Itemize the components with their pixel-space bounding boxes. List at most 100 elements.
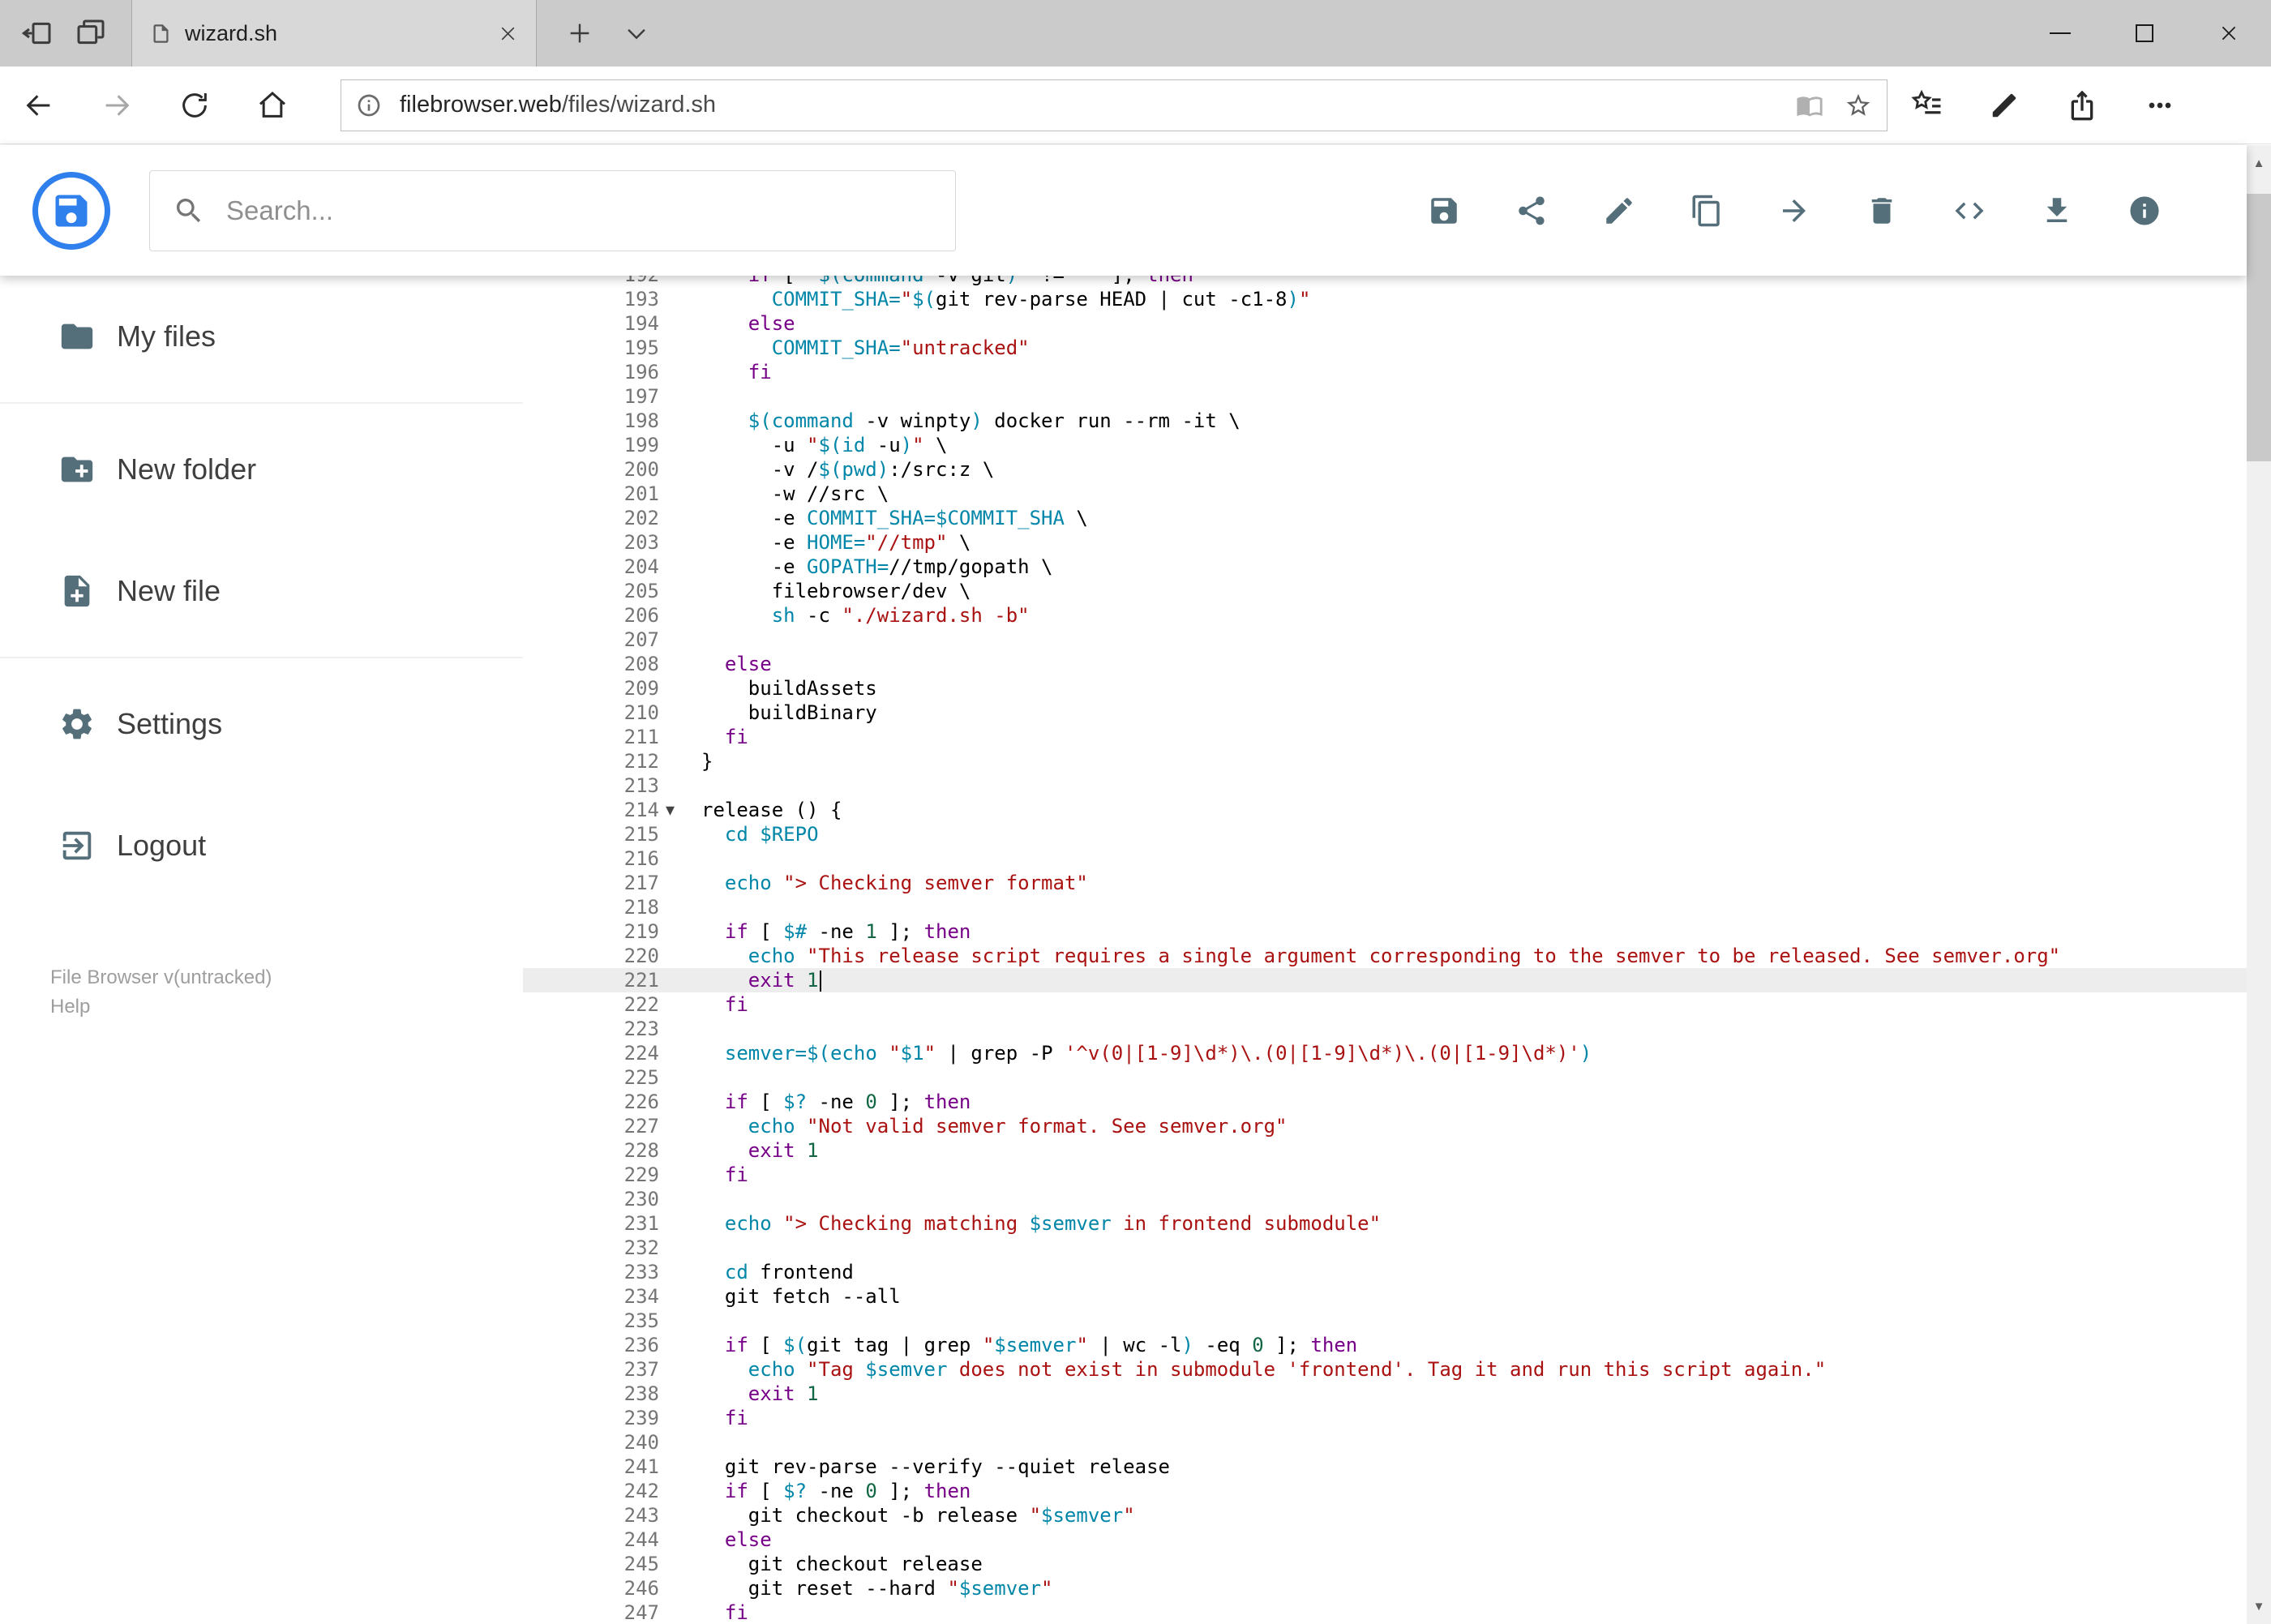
code-line[interactable]: 208 else [523, 652, 2247, 676]
code-line[interactable]: 226 if [ $? -ne 0 ]; then [523, 1090, 2247, 1114]
scrollbar-thumb[interactable] [2247, 194, 2271, 461]
code-line[interactable]: 217 echo "> Checking semver format" [523, 871, 2247, 895]
help-link[interactable]: Help [50, 992, 523, 1022]
code-line[interactable]: 242 if [ $? -ne 0 ]; then [523, 1479, 2247, 1503]
code-button[interactable] [1942, 170, 1997, 251]
code-line[interactable]: 237 echo "Tag $semver does not exist in … [523, 1357, 2247, 1382]
code-line[interactable]: 202 -e COMMIT_SHA=$COMMIT_SHA \ [523, 506, 2247, 530]
sidebar-item-logout[interactable]: Logout [0, 785, 523, 906]
tab-preview-chevron-icon[interactable] [623, 19, 650, 47]
rename-button[interactable] [1592, 170, 1647, 251]
code-line[interactable]: 211 fi [523, 725, 2247, 749]
code-line[interactable]: 210 buildBinary [523, 701, 2247, 725]
code-line[interactable]: 216 [523, 846, 2247, 871]
code-line[interactable]: 230 [523, 1187, 2247, 1211]
code-line[interactable]: 218 [523, 895, 2247, 919]
code-line[interactable]: 192 if [ "$(command -v git)" != "" ]; th… [523, 276, 2247, 287]
code-line[interactable]: 193 COMMIT_SHA="$(git rev-parse HEAD | c… [523, 287, 2247, 311]
new-tab-button[interactable] [566, 19, 593, 47]
code-line[interactable]: 220 echo "This release script requires a… [523, 944, 2247, 968]
site-info-icon[interactable] [356, 92, 382, 118]
code-line[interactable]: 227 echo "Not valid semver format. See s… [523, 1114, 2247, 1138]
home-button[interactable] [234, 66, 311, 144]
code-line[interactable]: 212} [523, 749, 2247, 773]
code-line[interactable]: 205 filebrowser/dev \ [523, 579, 2247, 603]
code-line[interactable]: 244 else [523, 1528, 2247, 1552]
tabs-set-aside-icon[interactable] [75, 17, 107, 49]
code-line[interactable]: 247 fi [523, 1600, 2247, 1624]
code-line[interactable]: 241 git rev-parse --verify --quiet relea… [523, 1455, 2247, 1479]
code-line[interactable]: 209 buildAssets [523, 676, 2247, 701]
code-line[interactable]: 224 semver=$(echo "$1" | grep -P '^v(0|[… [523, 1041, 2247, 1065]
code-line[interactable]: 207 [523, 628, 2247, 652]
search-bar[interactable] [149, 169, 956, 251]
code-line[interactable]: 203 -e HOME="//tmp" \ [523, 530, 2247, 555]
hub-favorites-button[interactable] [1888, 66, 1965, 144]
code-line[interactable]: 223 [523, 1017, 2247, 1041]
scroll-up-arrow-icon[interactable]: ▲ [2247, 145, 2271, 181]
code-line[interactable]: 197 [523, 384, 2247, 409]
code-line[interactable]: 206 sh -c "./wizard.sh -b" [523, 603, 2247, 628]
sidebar-item-my-files[interactable]: My files [0, 276, 523, 397]
code-line[interactable]: 200 -v /$(pwd):/src:z \ [523, 457, 2247, 482]
code-line[interactable]: 229 fi [523, 1163, 2247, 1187]
code-line[interactable]: 234 git fetch --all [523, 1284, 2247, 1309]
code-line[interactable]: 235 [523, 1309, 2247, 1333]
annotate-button[interactable] [1965, 66, 2043, 144]
code-line[interactable]: 204 -e GOPATH=//tmp/gopath \ [523, 555, 2247, 579]
sidebar-item-new-file[interactable]: New file [0, 530, 523, 652]
move-button[interactable] [1767, 170, 1822, 251]
code-line[interactable]: 221 exit 1 [523, 968, 2247, 992]
code-line[interactable]: 213 [523, 773, 2247, 798]
fold-marker-icon[interactable]: ▾ [659, 798, 701, 822]
code-line[interactable]: 201 -w //src \ [523, 482, 2247, 506]
copy-button[interactable] [1679, 170, 1734, 251]
tab-close-icon[interactable] [498, 24, 518, 44]
add-favorite-star-icon[interactable] [1845, 92, 1872, 119]
close-window-button[interactable] [2187, 0, 2271, 66]
back-button[interactable] [0, 66, 78, 144]
code-line[interactable]: 240 [523, 1430, 2247, 1455]
code-line[interactable]: 239 fi [523, 1406, 2247, 1430]
code-line[interactable]: 219 if [ $# -ne 1 ]; then [523, 919, 2247, 944]
code-line[interactable]: 196 fi [523, 360, 2247, 384]
download-button[interactable] [2029, 170, 2085, 251]
code-line[interactable]: 225 [523, 1065, 2247, 1090]
share-button[interactable] [1504, 170, 1559, 251]
code-line[interactable]: 246 git reset --hard "$semver" [523, 1576, 2247, 1600]
code-line[interactable]: 228 exit 1 [523, 1138, 2247, 1163]
sidebar-item-new-folder[interactable]: New folder [0, 409, 523, 530]
delete-button[interactable] [1854, 170, 1909, 251]
share-page-button[interactable] [2043, 66, 2121, 144]
set-tabs-aside-icon[interactable] [21, 17, 54, 49]
scroll-down-arrow-icon[interactable]: ▼ [2247, 1588, 2271, 1624]
code-line[interactable]: 199 -u "$(id -u)" \ [523, 433, 2247, 457]
code-line[interactable]: 194 else [523, 311, 2247, 336]
search-input[interactable] [225, 194, 955, 227]
code-line[interactable]: 222 fi [523, 992, 2247, 1017]
code-editor[interactable]: 192 if [ "$(command -v git)" != "" ]; th… [523, 276, 2247, 1624]
vertical-scrollbar[interactable]: ▲ ▼ [2247, 145, 2271, 1624]
refresh-button[interactable] [156, 66, 234, 144]
code-line[interactable]: 236 if [ $(git tag | grep "$semver" | wc… [523, 1333, 2247, 1357]
code-line[interactable]: 195 COMMIT_SHA="untracked" [523, 336, 2247, 360]
minimize-button[interactable] [2018, 0, 2102, 66]
save-button[interactable] [1416, 170, 1472, 251]
code-line[interactable]: 198 $(command -v winpty) docker run --rm… [523, 409, 2247, 433]
browser-tab[interactable]: wizard.sh [131, 0, 537, 66]
sidebar-item-settings[interactable]: Settings [0, 663, 523, 785]
code-line[interactable]: 232 [523, 1236, 2247, 1260]
code-line[interactable]: 214 ▾ release () { [523, 798, 2247, 822]
code-line[interactable]: 243 git checkout -b release "$semver" [523, 1503, 2247, 1528]
reading-view-icon[interactable] [1796, 92, 1823, 119]
code-line[interactable]: 238 exit 1 [523, 1382, 2247, 1406]
code-line[interactable]: 233 cd frontend [523, 1260, 2247, 1284]
filebrowser-logo[interactable] [32, 171, 110, 250]
code-line[interactable]: 231 echo "> Checking matching $semver in… [523, 1211, 2247, 1236]
maximize-button[interactable] [2102, 0, 2187, 66]
code-line[interactable]: 245 git checkout release [523, 1552, 2247, 1576]
info-button[interactable] [2117, 170, 2172, 251]
more-options-button[interactable] [2121, 66, 2199, 144]
address-bar[interactable]: filebrowser.web/files/wizard.sh [341, 79, 1888, 131]
forward-button[interactable] [78, 66, 156, 144]
